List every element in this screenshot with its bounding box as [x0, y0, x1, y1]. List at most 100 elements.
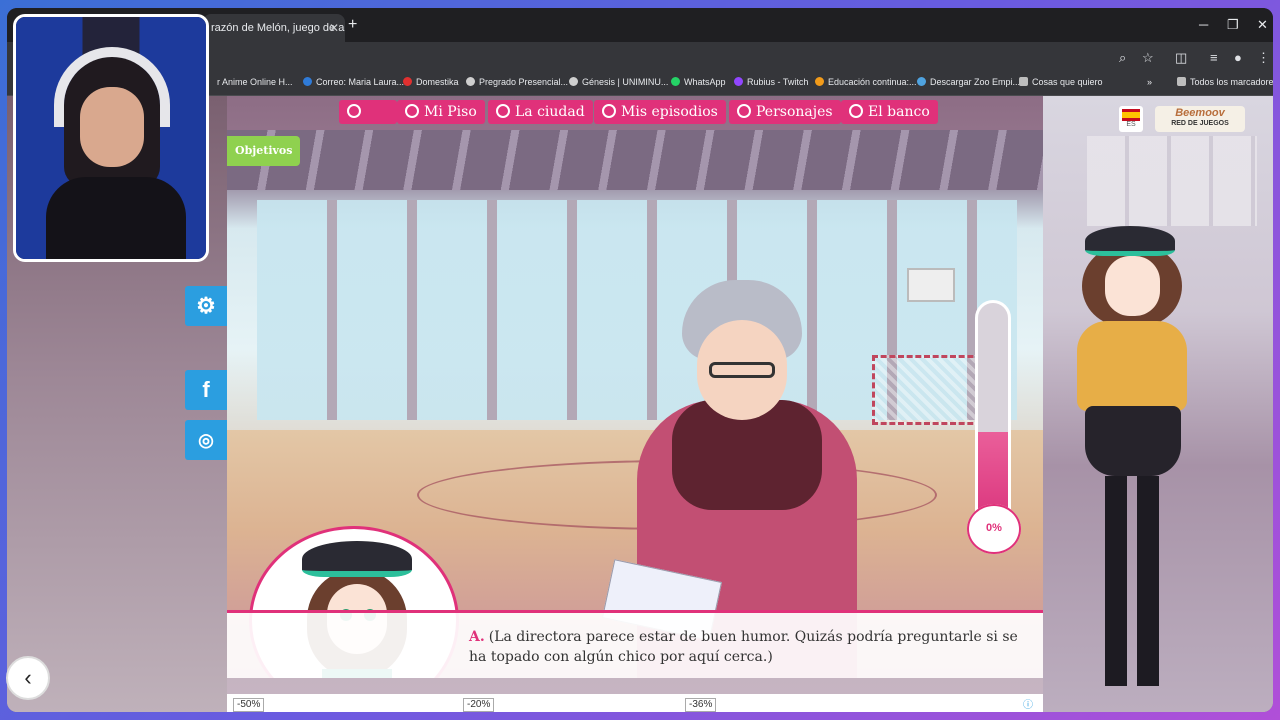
active-tab[interactable]: razón de Melón, juego de ar ✕: [203, 14, 345, 42]
discount-tag[interactable]: -36%: [685, 698, 717, 712]
nav-personajes[interactable]: Personajes: [729, 100, 841, 124]
bookmark-label: Domestika: [416, 77, 459, 87]
network-brand: Beemoov: [1175, 107, 1225, 119]
star-icon[interactable]: ☆: [1142, 50, 1154, 66]
media-icon[interactable]: ≡: [1210, 50, 1218, 65]
streamer-body: [46, 177, 186, 259]
settings-button[interactable]: ⚙: [185, 286, 227, 326]
character-leg: [1137, 476, 1159, 686]
instagram-button[interactable]: ◎: [185, 420, 227, 460]
bookmark-label: Correo: Maria Laura...: [316, 77, 405, 87]
bookmark[interactable]: Domestika: [403, 77, 459, 87]
player-character-fullbody: [1057, 226, 1227, 706]
globe-icon: [569, 77, 578, 86]
home-icon: [405, 104, 419, 118]
discount-tag[interactable]: -50%: [233, 698, 265, 712]
nav-mi-piso[interactable]: Mi Piso: [397, 100, 485, 124]
nav-label: Mi Piso: [424, 104, 477, 120]
dialog-box[interactable]: A. (La directora parece estar de buen hum…: [227, 610, 1043, 678]
language-code: ES: [1126, 121, 1136, 128]
globe-icon: [466, 77, 475, 86]
bookmark-label: Descargar Zoo Empi...: [930, 77, 1021, 87]
new-tab-button[interactable]: +: [348, 17, 357, 33]
bookmark-label: Cosas que quiero: [1032, 77, 1103, 87]
dialog-line: (La directora parece estar de buen humor…: [469, 629, 1018, 665]
tab-title: razón de Melón, juego de ar: [211, 22, 345, 34]
nav-home-button[interactable]: [339, 100, 397, 124]
nav-el-banco[interactable]: El banco: [841, 100, 938, 124]
bookmark[interactable]: Todos los marcadores: [1177, 77, 1273, 87]
network-sub: RED DE JUEGOS: [1171, 120, 1229, 127]
dialog-speaker: A.: [469, 629, 485, 645]
nav-mis-episodios[interactable]: Mis episodios: [594, 100, 726, 124]
principal-glasses: [709, 362, 775, 378]
domestika-icon: [403, 77, 412, 86]
bookmark-label: Todos los marcadores: [1190, 77, 1273, 87]
gym-ceiling: [227, 130, 1043, 190]
menu-icon[interactable]: ⋮: [1257, 50, 1270, 66]
bookmark[interactable]: Rubius - Twitch: [734, 77, 808, 87]
bookmark[interactable]: Educación continua:...: [815, 77, 917, 87]
heart-icon: [737, 104, 751, 118]
folder-icon: [1019, 77, 1028, 86]
bookmark-label: r Anime Online H...: [217, 77, 293, 87]
globe-icon: [917, 77, 926, 86]
stamp-icon: [347, 104, 361, 118]
nav-label: El banco: [868, 104, 930, 120]
goal-net: [872, 355, 982, 425]
play-icon: [602, 104, 616, 118]
facebook-icon: f: [202, 377, 210, 402]
instagram-icon: ◎: [198, 430, 214, 450]
beemoov-network-logo[interactable]: Beemoov RED DE JUEGOS: [1155, 106, 1245, 132]
mail-icon: [303, 77, 312, 86]
spain-flag-icon: [1122, 109, 1140, 121]
character-face: [1105, 256, 1160, 316]
map-pin-icon: [496, 104, 510, 118]
language-selector[interactable]: ES: [1119, 106, 1143, 132]
dialog-text: A. (La directora parece estar de buen hum…: [469, 627, 1029, 667]
bookmarks-overflow-icon[interactable]: »: [1147, 77, 1152, 87]
ad-info-icon[interactable]: ⓘ ⋮: [1023, 696, 1043, 712]
nav-label: Mis episodios: [621, 104, 718, 120]
nav-la-ciudad[interactable]: La ciudad: [488, 100, 593, 124]
objectives-button[interactable]: Objetivos: [227, 136, 301, 166]
background-window: [1087, 136, 1257, 226]
bookmark-label: Rubius - Twitch: [747, 77, 809, 87]
zoom-icon[interactable]: ⌕: [1119, 50, 1126, 66]
profile-icon[interactable]: ●: [1234, 50, 1242, 65]
bookmark-label: Génesis | UNIMINU...: [582, 77, 669, 87]
nav-label: Personajes: [756, 104, 833, 120]
facebook-button[interactable]: f: [185, 370, 227, 410]
gear-icon: ⚙: [196, 293, 216, 318]
character-leg: [1105, 476, 1127, 686]
bookmark[interactable]: Pregrado Presencial...: [466, 77, 568, 87]
tab-close-icon[interactable]: ✕: [329, 14, 339, 42]
bookmark[interactable]: Cosas que quiero: [1019, 77, 1103, 87]
minimize-icon[interactable]: ─: [1199, 17, 1208, 32]
restore-icon[interactable]: ❐: [1227, 17, 1239, 33]
globe-icon: [815, 77, 824, 86]
back-button[interactable]: ‹: [6, 656, 50, 700]
twitch-icon: [734, 77, 743, 86]
game-scene[interactable]: Objetivos 0% A. (La directora parece esta…: [227, 130, 1043, 678]
folder-icon: [1177, 77, 1186, 86]
bookmark-label: Educación continua:...: [828, 77, 917, 87]
close-icon[interactable]: ✕: [1257, 17, 1268, 33]
discount-tag[interactable]: -20%: [463, 698, 495, 712]
bookmark-label: WhatsApp: [684, 77, 726, 87]
bookmark[interactable]: Correo: Maria Laura...: [303, 77, 404, 87]
love-meter-heart: 0%: [967, 504, 1021, 554]
bookmark[interactable]: Descargar Zoo Empi...: [917, 77, 1020, 87]
extensions-icon[interactable]: ◫: [1175, 50, 1187, 66]
character-hat: [1085, 226, 1175, 256]
bookmark[interactable]: r Anime Online H...: [217, 77, 293, 87]
bookmark[interactable]: Génesis | UNIMINU...: [569, 77, 668, 87]
basketball-hoop: [907, 268, 955, 302]
character-sweater: [1077, 321, 1187, 411]
ad-bar[interactable]: -50% -20% -36% ⓘ ⋮: [227, 694, 1043, 712]
bookmark-label: Pregrado Presencial...: [479, 77, 569, 87]
nav-label: La ciudad: [515, 104, 585, 120]
bookmark[interactable]: WhatsApp: [671, 77, 726, 87]
bank-icon: [849, 104, 863, 118]
character-skirt: [1085, 406, 1181, 476]
